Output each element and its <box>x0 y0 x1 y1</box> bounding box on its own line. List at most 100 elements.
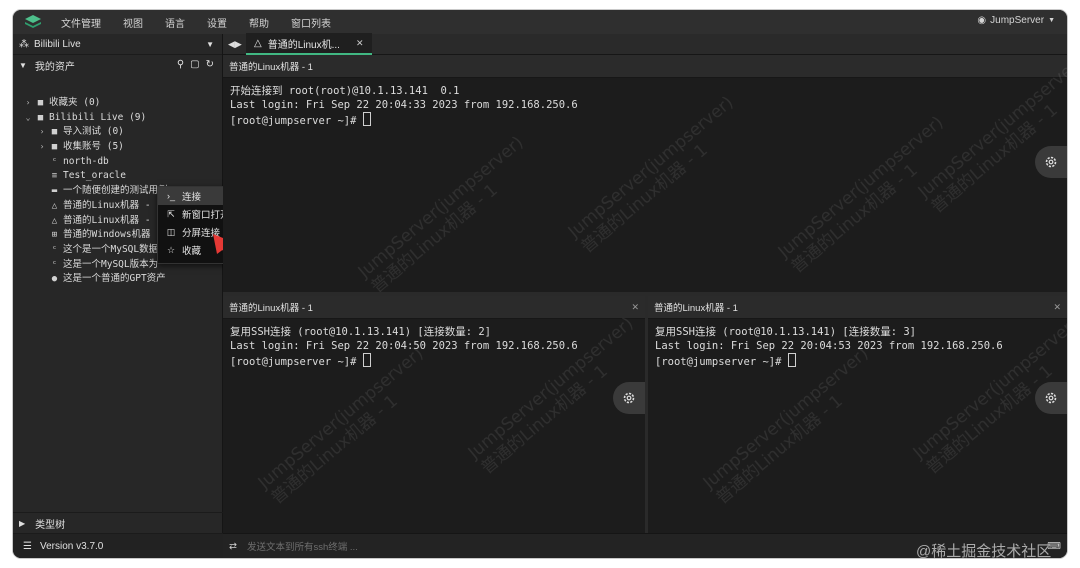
version-bar: ☰ Version v3.7.0 <box>13 533 232 558</box>
tree-item-label: 收集账号 (5) <box>63 141 124 153</box>
gpt-icon: ● <box>51 274 58 285</box>
mysql-icon: ᶜ <box>51 259 58 270</box>
user-icon: ◉ <box>977 15 987 26</box>
user-name: JumpServer <box>990 15 1045 26</box>
terminal-line: 开始连接到 root(root)@10.1.13.141 0.1 <box>230 85 460 97</box>
close-icon[interactable]: ✕ <box>631 302 639 313</box>
tree-item-label: 收藏夹 (0) <box>49 97 101 108</box>
tab-scroll-icon[interactable]: ◀▶ <box>228 39 246 50</box>
tab-linux[interactable]: △ 普通的Linux机... ✕ <box>246 33 372 55</box>
tree-item[interactable]: ≡ Test_oracle <box>13 169 222 184</box>
linux-icon: △ <box>254 37 262 49</box>
terminal-pane-bottom-right[interactable]: 普通的Linux机器 - 1 ✕ 复用SSH连接 (root@10.1.13.14… <box>648 296 1067 535</box>
terminal-pane-top[interactable]: 普通的Linux机器 - 1 开始连接到 root(root)@10.1.13.… <box>223 55 1067 292</box>
database-icon: ≡ <box>51 171 58 182</box>
cursor <box>787 353 796 368</box>
tree-item[interactable]: › ■ 收集账号 (5) <box>13 140 222 155</box>
menu-window-list[interactable]: 窗口列表 <box>291 15 331 30</box>
folder-icon: ■ <box>37 98 44 108</box>
tree-item-label: Bilibili Live (9) <box>49 111 147 123</box>
jumpserver-logo-icon <box>25 15 41 28</box>
star-icon: ☆ <box>166 244 176 255</box>
prompt-text: [root@jumpserver ~]# <box>655 356 788 369</box>
user-menu[interactable]: ◉ JumpServer ▼ <box>977 15 1055 26</box>
search-icon[interactable]: ⚲ <box>177 59 184 70</box>
terminal-pane-bottom-left[interactable]: 普通的Linux机器 - 1 ✕ 复用SSH连接 (root@10.1.13.14… <box>223 296 645 535</box>
pane-title-text: 普通的Linux机器 - 1 <box>229 62 313 73</box>
tree-item-label: Test_oracle <box>63 170 126 182</box>
linux-icon: △ <box>51 200 58 211</box>
external-link-icon: ⇱ <box>167 208 175 219</box>
expand-icon[interactable]: ▢ <box>190 59 199 70</box>
menu-view[interactable]: 视图 <box>123 15 143 30</box>
tree-item[interactable]: ● 这是一个普通的GPT资产 <box>13 272 222 287</box>
terminal-icon: ›_ <box>166 191 175 201</box>
settings-gear-icon[interactable] <box>1035 146 1067 178</box>
server-icon: ▬ <box>51 186 58 197</box>
collapse-icon: ▼ <box>19 60 27 70</box>
tree-item-label: north-db <box>63 155 109 167</box>
assets-title: 我的资产 <box>34 61 75 73</box>
menubar: 文件管理 视图 语言 设置 帮助 窗口列表 ◉ JumpServer ▼ <box>13 10 1067 35</box>
settings-gear-icon[interactable] <box>613 382 645 414</box>
pane-title-text: 普通的Linux机器 - 1 <box>229 303 313 314</box>
menu-help[interactable]: 帮助 <box>249 15 269 30</box>
type-tree-header[interactable]: ▶ 类型树 <box>13 512 228 533</box>
tab-label: 普通的Linux机... <box>267 39 340 51</box>
watermark: JumpServer(jumpserver) 普通的Linux机器 - 1 <box>354 132 528 292</box>
close-icon[interactable]: ✕ <box>356 38 364 49</box>
tab-bar: ◀▶ △ 普通的Linux机... ✕ <box>223 33 1067 55</box>
prompt-text: [root@jumpserver ~]# <box>230 356 363 369</box>
split-icon: ◫ <box>166 226 176 237</box>
menu-file[interactable]: 文件管理 <box>61 15 101 30</box>
tree-item-label: 一个随便创建的测试用例 <box>63 185 168 197</box>
pane-title-text: 普通的Linux机器 - 1 <box>654 303 738 314</box>
tree-item-label: 普通的Linux机器 - <box>63 199 151 211</box>
folder-icon: ■ <box>51 127 58 138</box>
menu-settings[interactable]: 设置 <box>207 15 227 30</box>
source-credit: @稀土掘金技术社区 <box>916 543 1052 560</box>
postgres-icon: ᶜ <box>51 156 58 167</box>
toggle-icon[interactable]: ⌄ <box>23 111 33 126</box>
refresh-icon[interactable]: ↻ <box>206 59 214 70</box>
type-tree-label: 类型树 <box>35 519 66 531</box>
tree-item-label: 这个是一个MySQL数据 <box>63 243 159 255</box>
menu-language[interactable]: 语言 <box>165 15 185 30</box>
pane-title: 普通的Linux机器 - 1 ✕ <box>223 296 645 319</box>
pane-title: 普通的Linux机器 - 1 ✕ <box>648 296 1067 319</box>
tree-item-label: 这是一个MySQL版本为 <box>63 258 159 270</box>
folder-icon: ■ <box>37 112 44 123</box>
tree-item-label: 普通的Windows机器 <box>63 229 151 241</box>
context-menu-label: 收藏 <box>182 246 202 257</box>
menu-icon[interactable]: ☰ <box>23 541 32 552</box>
mysql-icon: ᶜ <box>51 244 58 255</box>
caret-down-icon: ▼ <box>206 39 214 49</box>
org-icon: ⁂ <box>19 38 29 50</box>
tree-item-label: 普通的Linux机器 - <box>63 214 151 226</box>
tree-item[interactable]: › ■ 收藏夹 (0) <box>13 96 222 111</box>
version-label: Version v3.7.0 <box>39 540 104 552</box>
terminal-line: 复用SSH连接 (root@10.1.13.141) [连接数量: 2] <box>230 326 492 338</box>
tree-item-label: 这是一个普通的GPT资产 <box>63 273 166 285</box>
folder-icon: ■ <box>51 142 58 153</box>
linux-icon: △ <box>51 215 58 226</box>
terminal-line: 复用SSH连接 (root@10.1.13.141) [连接数量: 3] <box>655 326 917 338</box>
broadcast-input[interactable]: 发送文本到所有ssh终端 ... <box>247 539 358 553</box>
org-name: Bilibili Live <box>34 38 81 50</box>
close-icon[interactable]: ✕ <box>1053 302 1061 313</box>
tree-item[interactable]: › ■ 导入测试 (0) <box>13 125 222 140</box>
assets-header[interactable]: ▼ 我的资产 ⚲ ▢ ↻ <box>13 55 222 75</box>
toggle-icon[interactable]: › <box>23 96 33 111</box>
toggle-icon[interactable]: › <box>37 140 47 155</box>
tree-item[interactable]: ⌄ ■ Bilibili Live (9) <box>13 111 222 126</box>
windows-icon: ⊞ <box>51 230 58 241</box>
caret-down-icon: ▼ <box>1048 17 1055 24</box>
swap-icon[interactable]: ⇄ <box>229 541 237 552</box>
tree-item-label: 导入测试 (0) <box>63 126 124 138</box>
context-menu-label: 连接 <box>182 192 202 203</box>
tree-item[interactable]: ᶜ north-db <box>13 155 222 170</box>
org-selector[interactable]: ⁂ Bilibili Live ▼ <box>13 34 222 55</box>
cursor <box>362 353 371 368</box>
toggle-icon[interactable]: › <box>37 125 47 140</box>
prompt-text: [root@jumpserver ~]# <box>230 115 363 128</box>
